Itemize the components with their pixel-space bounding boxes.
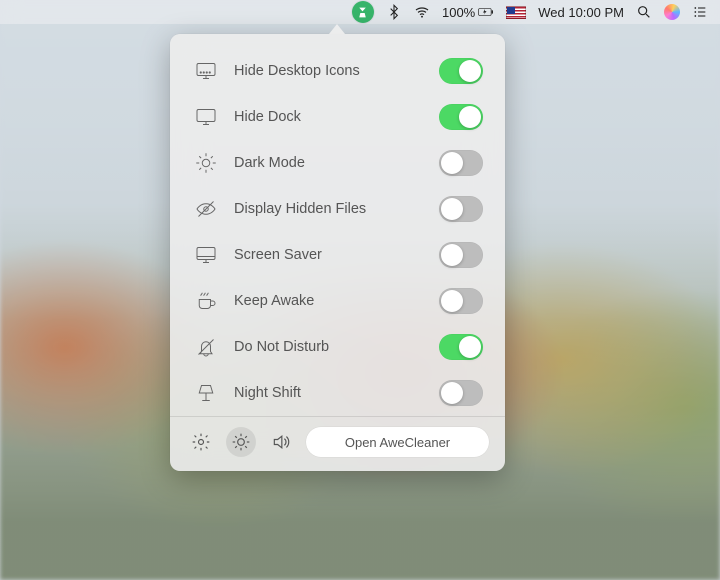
- wifi-icon: [414, 4, 430, 20]
- menubar-datetime[interactable]: Wed 10:00 PM: [532, 0, 630, 24]
- toggle-label: Display Hidden Files: [234, 201, 425, 217]
- toggle-row-keep-awake: Keep Awake: [170, 278, 505, 324]
- toggle-label: Hide Desktop Icons: [234, 63, 425, 79]
- toggle-row-do-not-disturb: Do Not Disturb: [170, 324, 505, 370]
- gear-icon: [191, 432, 211, 452]
- brightness-icon: [231, 432, 251, 452]
- toggle-label: Keep Awake: [234, 293, 425, 309]
- lamp-icon: [192, 381, 220, 405]
- menubar-input-source[interactable]: [500, 0, 532, 24]
- flag-us-icon: [506, 6, 526, 19]
- datetime-text: Wed 10:00 PM: [538, 5, 624, 20]
- menubar-notification-center[interactable]: [686, 0, 714, 24]
- menubar-bluetooth[interactable]: [380, 0, 408, 24]
- toggle-hide-dock[interactable]: [439, 104, 483, 130]
- toggle-label: Do Not Disturb: [234, 339, 425, 355]
- brightness-button[interactable]: [226, 427, 256, 457]
- toggle-label: Screen Saver: [234, 247, 425, 263]
- toggle-screen-saver[interactable]: [439, 242, 483, 268]
- display-icon: [192, 105, 220, 129]
- volume-icon: [271, 432, 291, 452]
- display-band-icon: [192, 243, 220, 267]
- coffee-icon: [192, 289, 220, 313]
- app-status-icon: [352, 1, 374, 23]
- toggle-night-shift[interactable]: [439, 380, 483, 406]
- toggle-row-hide-dock: Hide Dock: [170, 94, 505, 140]
- toggle-hidden-files[interactable]: [439, 196, 483, 222]
- battery-percent: 100%: [442, 5, 475, 20]
- toggle-row-hidden-files: Display Hidden Files: [170, 186, 505, 232]
- toggle-label: Dark Mode: [234, 155, 425, 171]
- toggle-label: Night Shift: [234, 385, 425, 401]
- menubar-battery[interactable]: 100%: [436, 0, 500, 24]
- toggle-row-hide-desktop-icons: Hide Desktop Icons: [170, 48, 505, 94]
- menubar-app-indicator[interactable]: [346, 0, 380, 24]
- toggle-dark-mode[interactable]: [439, 150, 483, 176]
- toggle-label: Hide Dock: [234, 109, 425, 125]
- toggle-keep-awake[interactable]: [439, 288, 483, 314]
- quick-toggles-panel: Hide Desktop Icons Hide Dock Dark Mode D…: [170, 34, 505, 471]
- toggle-row-night-shift: Night Shift: [170, 370, 505, 416]
- siri-icon: [664, 4, 680, 20]
- toggle-hide-desktop-icons[interactable]: [439, 58, 483, 84]
- list-icon: [692, 4, 708, 20]
- menubar-wifi[interactable]: [408, 0, 436, 24]
- open-app-button[interactable]: Open AweCleaner: [306, 427, 489, 457]
- volume-button[interactable]: [266, 427, 296, 457]
- toggle-row-screen-saver: Screen Saver: [170, 232, 505, 278]
- bell-off-icon: [192, 335, 220, 359]
- sun-icon: [192, 151, 220, 175]
- battery-icon: [478, 4, 494, 20]
- menubar-spotlight[interactable]: [630, 0, 658, 24]
- desktop-icons-icon: [192, 59, 220, 83]
- panel-footer: Open AweCleaner: [170, 416, 505, 471]
- toggle-row-dark-mode: Dark Mode: [170, 140, 505, 186]
- toggle-do-not-disturb[interactable]: [439, 334, 483, 360]
- menubar-siri[interactable]: [658, 0, 686, 24]
- sweep-icon: [356, 6, 369, 19]
- menubar: 100% Wed 10:00 PM: [0, 0, 720, 24]
- eye-off-icon: [192, 197, 220, 221]
- search-icon: [636, 4, 652, 20]
- bluetooth-icon: [386, 4, 402, 20]
- settings-button[interactable]: [186, 427, 216, 457]
